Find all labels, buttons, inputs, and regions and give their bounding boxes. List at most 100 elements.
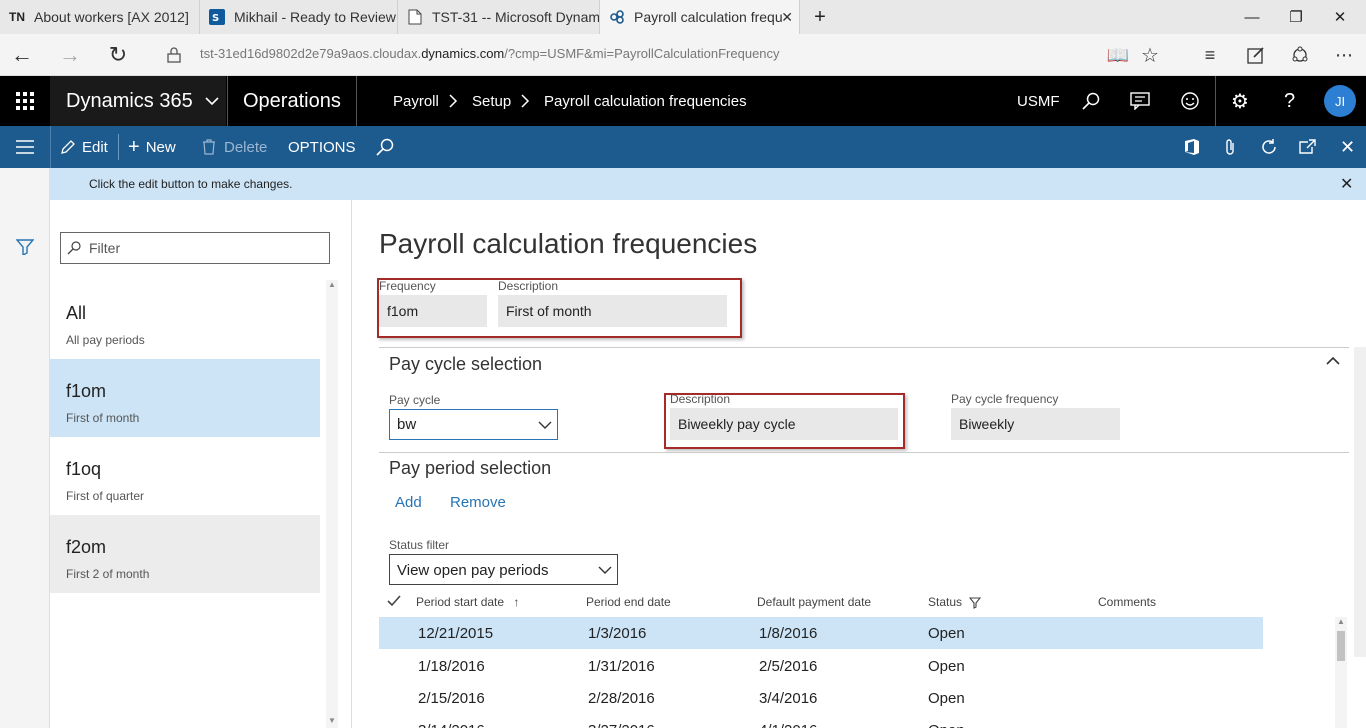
status-filter-dropdown[interactable]: View open pay periods (389, 554, 618, 585)
gear-icon[interactable]: ⚙ (1231, 76, 1249, 126)
pay-cycle-frequency-field[interactable]: Biweekly (951, 408, 1120, 440)
pay-cycle-section-title[interactable]: Pay cycle selection (389, 354, 542, 375)
forward-icon[interactable]: → (52, 40, 88, 70)
scroll-down-icon[interactable]: ▼ (328, 716, 336, 725)
more-icon[interactable]: ⋯ (1326, 40, 1362, 70)
table-row[interactable]: 2/15/2016 2/28/2016 3/4/2016 Open (379, 682, 1263, 714)
table-row[interactable]: 1/18/2016 1/31/2016 2/5/2016 Open (379, 650, 1263, 682)
hamburger-menu-icon[interactable] (0, 126, 50, 168)
status-filter-value: View open pay periods (397, 562, 549, 579)
column-header-period-start[interactable]: Period start date ↑ (416, 595, 519, 609)
message-icon[interactable] (1130, 76, 1150, 126)
action-divider (118, 134, 119, 160)
section-divider (379, 347, 1349, 348)
options-tab[interactable]: OPTIONS (288, 126, 356, 168)
url-field[interactable]: tst-31ed16d9802d2e79a9aos.cloudax.dynami… (200, 46, 780, 61)
pay-cycle-label: Pay cycle (389, 393, 441, 407)
reading-view-icon[interactable]: 📖 (1100, 40, 1136, 70)
pay-cycle-dropdown[interactable]: bw (389, 409, 558, 440)
remove-button[interactable]: Remove (450, 494, 506, 511)
refresh-page-icon[interactable] (1260, 126, 1278, 168)
trash-icon (202, 139, 216, 155)
browser-tab-about-workers[interactable]: TN About workers [AX 2012] (0, 0, 200, 34)
company-picker[interactable]: USMF (1017, 76, 1060, 126)
list-item-f1om[interactable]: f1om First of month (50, 359, 320, 437)
restore-icon[interactable]: ❐ (1276, 4, 1316, 30)
cell-period-start: 2/15/2016 (418, 689, 485, 707)
tab-label: Payroll calculation frequ (634, 9, 783, 25)
web-note-icon[interactable] (1238, 40, 1274, 70)
sharepoint-icon: S (208, 8, 226, 26)
tab-label: Mikhail - Ready to Review fi (234, 9, 398, 25)
table-row[interactable]: 12/21/2015 1/3/2016 1/8/2016 Open (379, 617, 1263, 649)
hub-icon[interactable]: ≡ (1192, 40, 1228, 70)
browser-tab-payroll-active[interactable]: Payroll calculation frequ ✕ (600, 0, 800, 34)
list-item-subtitle: All pay periods (66, 333, 145, 347)
new-button[interactable]: + New (128, 126, 176, 168)
column-header-payment-date[interactable]: Default payment date (757, 595, 871, 609)
app-name-menu[interactable]: Dynamics 365 (50, 76, 226, 126)
document-icon (406, 8, 424, 26)
open-new-window-icon[interactable] (1298, 126, 1316, 168)
new-tab-icon[interactable]: + (800, 4, 840, 30)
column-header-status[interactable]: Status (928, 595, 982, 609)
page-scrollbar[interactable] (1354, 347, 1366, 657)
chevron-right-icon (520, 76, 530, 126)
breadcrumb-current-page: Payroll calculation frequencies (544, 92, 747, 110)
share-icon[interactable] (1282, 40, 1318, 70)
close-window-icon[interactable]: ✕ (1320, 4, 1360, 30)
list-item-all[interactable]: All All pay periods (50, 281, 320, 359)
user-avatar[interactable]: JI (1324, 76, 1356, 126)
browser-tab-tst31[interactable]: TST-31 -- Microsoft Dynami (398, 0, 600, 34)
action-divider (50, 126, 51, 168)
pencil-icon (60, 139, 76, 155)
select-all-checkmark-icon[interactable] (387, 595, 401, 607)
app-launcher-icon[interactable] (0, 76, 50, 126)
dismiss-message-icon[interactable]: ✕ (1340, 174, 1353, 194)
cell-period-end: 1/3/2016 (588, 624, 647, 642)
close-page-icon[interactable]: ✕ (1340, 126, 1355, 168)
list-pane: Filter All All pay periods f1om First of… (50, 200, 352, 728)
cell-payment-date: 1/8/2016 (759, 624, 818, 642)
filter-input[interactable]: Filter (60, 232, 330, 264)
minimize-icon[interactable]: — (1232, 4, 1272, 30)
filter-funnel-icon[interactable] (16, 239, 34, 255)
help-icon[interactable]: ? (1284, 76, 1295, 126)
office-icon[interactable] (1184, 126, 1200, 168)
grid-scrollbar[interactable]: ▲ (1335, 617, 1347, 728)
browser-tab-strip: TN About workers [AX 2012] S Mikhail - R… (0, 0, 1366, 34)
scroll-up-icon[interactable]: ▲ (1337, 617, 1345, 626)
attachment-icon[interactable] (1224, 126, 1236, 168)
collapse-chevron-up-icon[interactable] (1326, 356, 1340, 366)
delete-button[interactable]: Delete (202, 126, 267, 168)
list-item-f2om[interactable]: f2om First 2 of month (50, 515, 320, 593)
favorite-star-icon[interactable]: ☆ (1132, 40, 1168, 70)
browser-tab-mikhail[interactable]: S Mikhail - Ready to Review fi (200, 0, 398, 34)
column-filter-funnel-icon[interactable] (969, 597, 982, 609)
scroll-thumb[interactable] (1337, 631, 1345, 661)
column-header-comments[interactable]: Comments (1098, 595, 1156, 609)
info-message: Click the edit button to make changes. (89, 177, 293, 191)
scroll-up-icon[interactable]: ▲ (328, 280, 336, 289)
table-row[interactable]: 3/14/2016 3/27/2016 4/1/2016 Open (379, 714, 1263, 728)
pay-period-section-title[interactable]: Pay period selection (389, 458, 551, 479)
add-button[interactable]: Add (395, 494, 422, 511)
refresh-icon[interactable]: ↻ (100, 40, 136, 70)
action-search-icon[interactable] (376, 126, 394, 168)
list-item-f1oq[interactable]: f1oq First of quarter (50, 437, 320, 515)
column-header-period-end[interactable]: Period end date (586, 595, 671, 609)
cell-period-start: 1/18/2016 (418, 657, 485, 675)
cell-period-start: 3/14/2016 (418, 714, 485, 728)
cell-period-end: 3/27/2016 (588, 714, 655, 728)
dynamics-icon (608, 8, 626, 26)
section-divider (379, 452, 1349, 453)
breadcrumb-payroll[interactable]: Payroll (393, 76, 439, 126)
list-scrollbar[interactable]: ▲ ▼ (326, 280, 338, 728)
smiley-feedback-icon[interactable] (1180, 76, 1200, 126)
breadcrumb-setup[interactable]: Setup (472, 76, 511, 126)
edit-button[interactable]: Edit (60, 126, 108, 168)
back-icon[interactable]: ← (4, 40, 40, 70)
search-icon[interactable] (1082, 76, 1100, 126)
status-filter-label: Status filter (389, 538, 450, 552)
close-tab-icon[interactable]: ✕ (781, 9, 793, 26)
